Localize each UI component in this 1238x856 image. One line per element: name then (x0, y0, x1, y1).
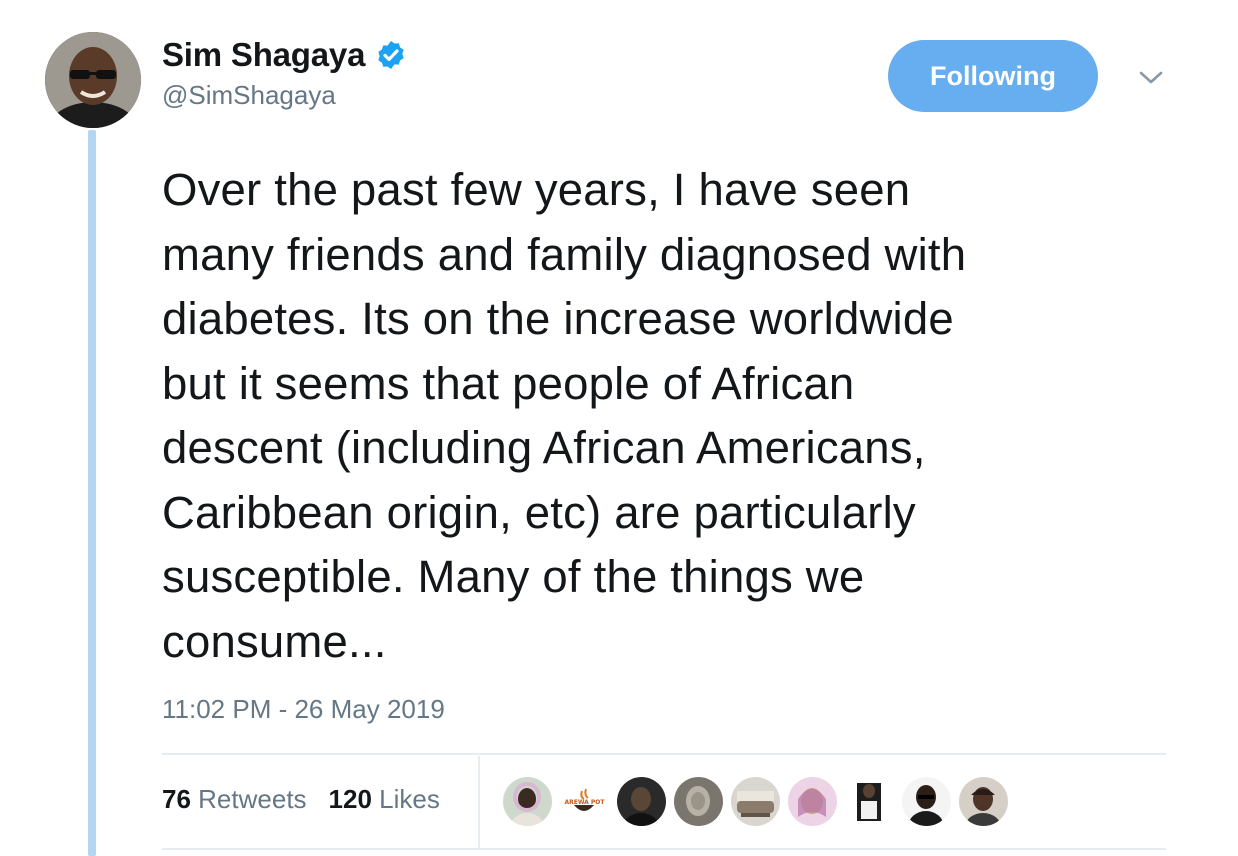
likes-stat[interactable]: 120 Likes (329, 784, 440, 815)
liker-avatar-logo[interactable]: AREWA POT (560, 777, 609, 826)
following-button[interactable]: Following (888, 40, 1098, 112)
logo-liker-text: AREWA POT (564, 799, 605, 806)
liker-avatar[interactable] (845, 777, 894, 826)
retweets-stat[interactable]: 76 Retweets (162, 784, 307, 815)
likes-label: Likes (379, 784, 440, 814)
tweet-timestamp[interactable]: 11:02 PM - 26 May 2019 (162, 694, 445, 725)
tweet-text: Over the past few years, I have seen man… (162, 164, 967, 667)
avatar-photo (45, 32, 141, 128)
retweets-count: 76 (162, 784, 191, 814)
author-avatar[interactable] (45, 32, 141, 128)
thread-line (88, 130, 96, 856)
liker-avatar[interactable] (503, 777, 552, 826)
liker-avatar[interactable] (902, 777, 951, 826)
retweets-label: Retweets (198, 784, 307, 814)
likers-avatar-list: AREWA POT (503, 777, 1008, 826)
liker-avatar[interactable] (788, 777, 837, 826)
liker-avatar[interactable] (959, 777, 1008, 826)
stats-vertical-divider (478, 756, 480, 848)
stats-divider-bottom (162, 848, 1166, 850)
liker-avatar[interactable] (674, 777, 723, 826)
likes-count: 120 (328, 784, 372, 814)
verified-badge-icon (378, 41, 404, 69)
liker-avatar[interactable] (731, 777, 780, 826)
author-display-name[interactable]: Sim Shagaya (162, 36, 365, 74)
tweet-stats: 76 Retweets 120 Likes (162, 784, 440, 815)
tweet-header: Sim Shagaya @SimShagaya (162, 36, 407, 111)
chevron-down-icon[interactable] (1138, 68, 1164, 88)
stats-divider-top (162, 753, 1166, 755)
author-handle[interactable]: @SimShagaya (162, 80, 407, 111)
liker-avatar[interactable] (617, 777, 666, 826)
